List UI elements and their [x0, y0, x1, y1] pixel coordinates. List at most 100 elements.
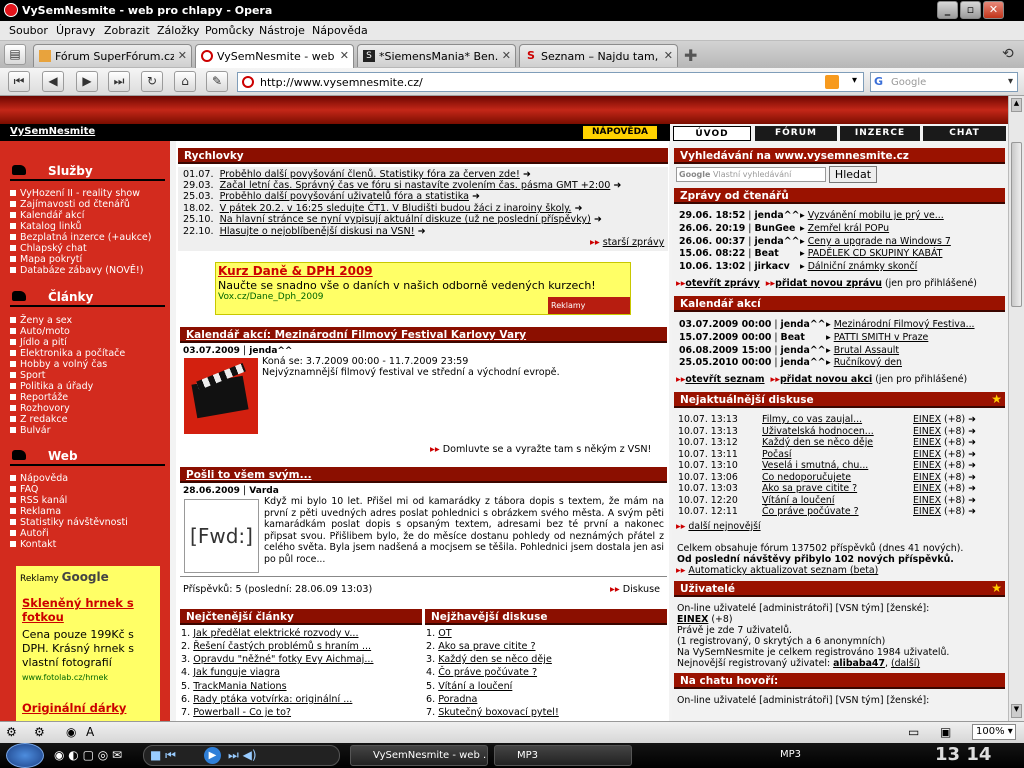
event-link[interactable]: PATTI SMITH v Praze [834, 332, 929, 343]
add-news-link[interactable]: přidat novou zprávu [775, 278, 882, 289]
view-icon[interactable]: ▣ [940, 725, 951, 739]
news-item-link[interactable]: Dálniční známky skončí [808, 261, 918, 272]
sidebar-item[interactable]: Databáze zábavy (NOVĚ!) [10, 265, 143, 276]
discussion-link[interactable]: Počasí [762, 449, 791, 460]
tab-siemensmania[interactable]: S *SiemensMania* Ben... ✕ [357, 44, 516, 67]
trash-icon[interactable]: ⟲ [1002, 46, 1014, 62]
tab-forum[interactable]: FÓRUM [755, 126, 837, 141]
article-link[interactable]: Jak funguje viagra [193, 667, 280, 678]
tab-uvod[interactable]: ÚVOD [673, 126, 751, 141]
dropdown-icon[interactable]: ▾ [852, 75, 857, 86]
tab-close-icon[interactable]: ✕ [178, 49, 187, 62]
discussion-link[interactable]: Filmy, co vas zaujal... [762, 414, 862, 425]
tab-seznam[interactable]: S Seznam – Najdu tam, co ... ✕ [519, 44, 678, 67]
discussion-link[interactable]: Vítání a loučení [438, 681, 512, 692]
reload-icon[interactable]: ↻ [141, 71, 163, 92]
tab-inzerce[interactable]: INZERCE [840, 126, 920, 141]
menu-upravy[interactable]: Úpravy [56, 24, 95, 37]
more-discussions-link[interactable]: ▸▸ další nejnovější [676, 521, 761, 532]
sidebar-item[interactable]: Statistiky návštěvnosti [10, 517, 128, 528]
tab-close-icon[interactable]: ✕ [664, 49, 673, 62]
menu-zalozky[interactable]: Záložky [157, 24, 199, 37]
sync-icon[interactable]: ◉ [66, 725, 76, 739]
rss-icon[interactable] [825, 75, 839, 89]
newest-user-link[interactable]: alibaba47 [833, 658, 885, 669]
menu-nastroje[interactable]: Nástroje [259, 24, 305, 37]
tab-list-icon[interactable]: ▤ [4, 44, 26, 65]
forward-icon[interactable]: ▶ [76, 71, 98, 92]
sidebar-item[interactable]: Rozhovory [10, 403, 70, 414]
menu-zobrazit[interactable]: Zobrazit [104, 24, 150, 37]
news-link[interactable]: Začal letní čas. Správný čas ve fóru si … [220, 180, 611, 191]
news-item-link[interactable]: Ceny a upgrade na Windows 7 [808, 236, 951, 247]
discussion-link[interactable]: Čo práve počúvate ? [438, 667, 537, 678]
discussion-link[interactable]: Vítání a loučení [762, 495, 834, 506]
news-item-link[interactable]: Zemřel král POPu [808, 223, 889, 234]
discussion-link[interactable]: Ako sa prave citite ? [762, 483, 857, 494]
sidebar-item[interactable]: Politika a úřady [10, 381, 93, 392]
event-link[interactable]: Ručníkový den [834, 357, 902, 368]
tools-icon[interactable]: ⚙ [6, 725, 17, 739]
zoom-select[interactable]: 100% ▾ [972, 724, 1016, 740]
dropdown-icon[interactable]: ▾ [1008, 76, 1013, 87]
media-player-toolbar[interactable]: ■ ⏮ ▶ ⏭ ◀) [143, 745, 340, 766]
sidebar-item[interactable]: Chlapský chat [10, 243, 87, 254]
news-item-link[interactable]: Vyzvánění mobilu je prý ve... [808, 210, 944, 221]
sidebar-item[interactable]: Elektronika a počítače [10, 348, 125, 359]
event-link[interactable]: Mezinárodní Filmový Festiva... [834, 319, 975, 330]
open-calendar-link[interactable]: otevřít seznam [685, 374, 764, 385]
tab-vysemnesmite[interactable]: VySemNesmite - web pro... ✕ [195, 44, 354, 68]
discussion-link[interactable]: Každý den se něco děje [762, 437, 873, 448]
sidebar-item[interactable]: VyHození II - reality show [10, 188, 140, 199]
sidebar-item[interactable]: Zajímavosti od čtenářů [10, 199, 130, 210]
sidebar-item[interactable]: Reklama [10, 506, 61, 517]
fast-forward-icon[interactable]: ⏭ [108, 71, 130, 92]
tab-close-icon[interactable]: ✕ [502, 49, 511, 62]
home-icon[interactable]: ⌂ [174, 71, 196, 92]
sidebar-item[interactable]: Kalendář akcí [10, 210, 84, 221]
ad-title-link[interactable]: Skleněný hrnek s fotkou [22, 596, 154, 624]
page-icon[interactable]: ▭ [908, 725, 919, 739]
ad-url[interactable]: www.fotolab.cz/hrnek [22, 673, 108, 682]
site-home-link[interactable]: VySemNesmite [10, 126, 95, 137]
sidebar-item[interactable]: Sport [10, 370, 46, 381]
sidebar-item[interactable]: Hobby a volný čas [10, 359, 107, 370]
sidebar-item[interactable]: RSS kanál [10, 495, 67, 506]
start-button[interactable] [6, 743, 44, 768]
ad-title2-link[interactable]: Originální dárky [22, 701, 126, 715]
discussion-link[interactable]: OT [438, 628, 451, 639]
taskbar-mp3[interactable]: MP3 [494, 745, 632, 766]
discussion-link[interactable]: Skutečný boxovací pytel! [438, 707, 559, 718]
news-item-link[interactable]: PADĚLEK CD SKUPINY KABÁT [808, 248, 943, 259]
ad-title-link[interactable]: Kurz Daně & DPH 2009 [218, 264, 373, 278]
tab-close-icon[interactable]: ✕ [340, 49, 349, 62]
article-link[interactable]: Jak předělat elektrické rozvody v... [193, 628, 358, 639]
help-button[interactable]: NÁPOVĚDA [583, 126, 657, 139]
news-link[interactable]: Na hlavní stránce se nyní vypisují aktuá… [220, 214, 591, 225]
address-bar[interactable]: http://www.vysemnesmite.cz/ ▾ [237, 72, 864, 92]
discussion-link[interactable]: Ako sa prave citite ? [438, 641, 535, 652]
sidebar-item[interactable]: Katalog linků [10, 221, 81, 232]
tab-superforum[interactable]: Fórum SuperFórum.cz - ... ✕ [33, 44, 192, 67]
sidebar-item[interactable]: Reportáže [10, 392, 68, 403]
sidebar-item[interactable]: Autoři [10, 528, 49, 539]
article1-footer-link[interactable]: ▸▸ Domluvte se a vyražte tam s někým z V… [430, 444, 651, 455]
sidebar-item[interactable]: Auto/moto [10, 326, 70, 337]
open-news-link[interactable]: otevřít zprávy [685, 278, 759, 289]
sidebar-item[interactable]: Jídlo a pití [10, 337, 67, 348]
article-link[interactable]: Powerball - Co je to? [193, 707, 291, 718]
ad-url[interactable]: Vox.cz/Dane_Dph_2009 [218, 292, 324, 302]
maximize-button[interactable]: ▫ [960, 1, 981, 19]
discussion-link[interactable]: Co nedoporučujete [762, 472, 851, 483]
new-tab-button[interactable]: ✚ [684, 46, 697, 65]
news-link[interactable]: V pátek 20.2. v 16:25 sledujte ČT1. V Bl… [220, 203, 572, 214]
settings-icon[interactable]: ⚙ [34, 725, 45, 739]
menu-pomucky[interactable]: Pomůcky [205, 24, 254, 37]
article-link[interactable]: TrackMania Nations [193, 681, 286, 692]
site-search-input[interactable]: Google Vlastní vyhledávání [676, 167, 826, 182]
font-icon[interactable]: A [86, 725, 94, 739]
menu-napoveda[interactable]: Nápověda [312, 24, 368, 37]
menu-soubor[interactable]: Soubor [9, 24, 48, 37]
article2-discussion-link[interactable]: ▸▸ Diskuse [610, 584, 660, 595]
quicklaunch-icons[interactable]: ◉ ◐ ▢ ◎ ✉ [54, 748, 122, 762]
